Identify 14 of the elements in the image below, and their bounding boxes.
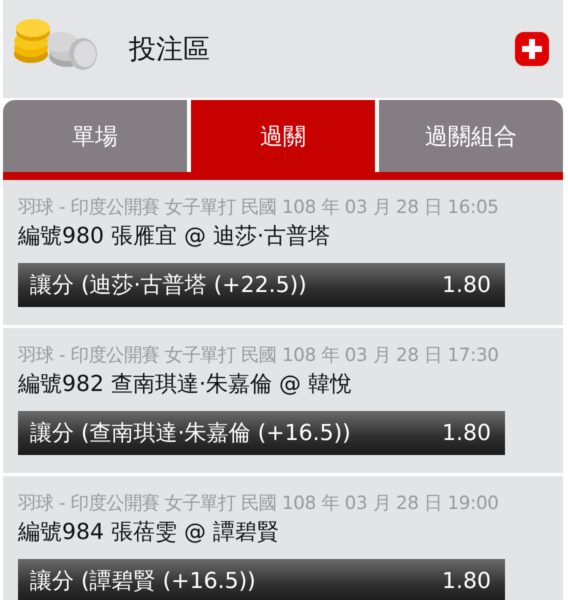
event-meta: 羽球 - 印度公開賽 女子單打 民國 108 年 03 月 28 日 16:05 (18, 196, 500, 219)
plus-icon[interactable] (515, 32, 549, 66)
tab[interactable]: 過關組合 (379, 100, 563, 172)
event-meta: 羽球 - 印度公開賽 女子單打 民國 108 年 03 月 28 日 19:00 (18, 492, 500, 515)
match-title: 編號982 查南琪達·朱嘉倫 @ 韓悅 (18, 371, 353, 399)
header-title: 投注區 (129, 33, 211, 67)
tab[interactable]: 過關 (191, 100, 375, 172)
bet-button[interactable]: 讓分 (迪莎·古普塔 (+22.5)) 1.80 (18, 263, 505, 307)
event-meta: 羽球 - 印度公開賽 女子單打 民國 108 年 03 月 28 日 17:30 (18, 344, 500, 367)
match-title: 編號980 張雁宜 @ 迪莎·古普塔 (18, 223, 331, 251)
bet-button[interactable]: 讓分 (譚碧賢 (+16.5)) 1.80 (18, 559, 505, 600)
tab[interactable]: 單場 (3, 100, 187, 172)
match-title: 編號984 張蓓雯 @ 譚碧賢 (18, 519, 280, 547)
bet-button[interactable]: 讓分 (查南琪達·朱嘉倫 (+16.5)) 1.80 (18, 411, 505, 455)
